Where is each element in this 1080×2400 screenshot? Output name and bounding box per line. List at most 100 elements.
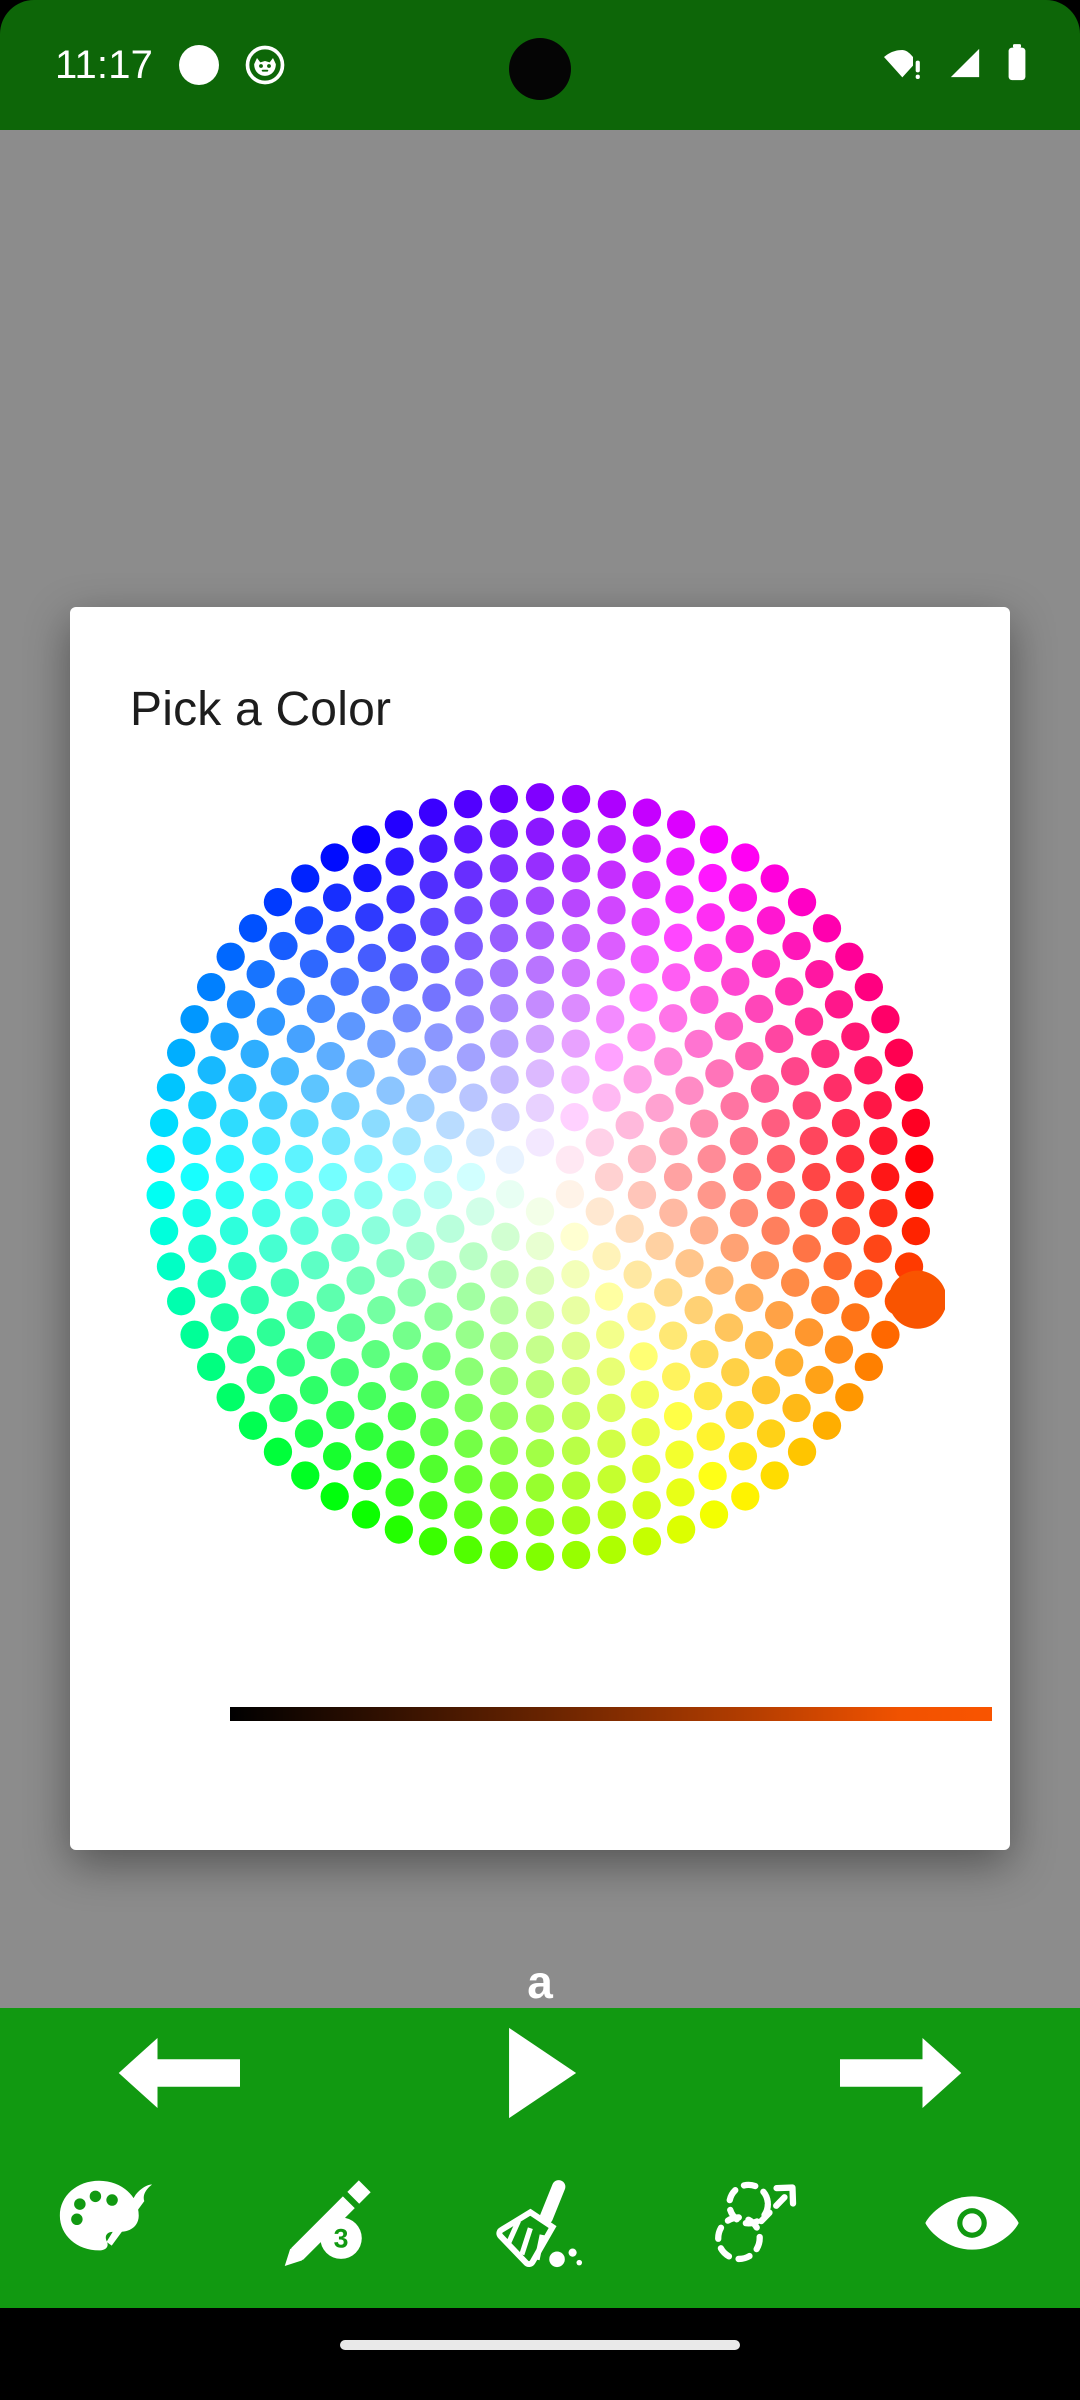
color-wheel-dot[interactable]: [761, 1216, 790, 1245]
color-wheel-dot[interactable]: [525, 1128, 555, 1157]
color-wheel-dot[interactable]: [630, 945, 659, 974]
color-wheel-dot[interactable]: [615, 1111, 644, 1140]
color-wheel-dot[interactable]: [794, 1007, 824, 1036]
color-wheel-dot[interactable]: [276, 977, 305, 1006]
color-wheel-dot[interactable]: [732, 1162, 762, 1192]
color-wheel-dot[interactable]: [805, 1365, 834, 1395]
color-wheel-dot[interactable]: [781, 1057, 810, 1086]
color-wheel-dot[interactable]: [490, 1260, 519, 1289]
color-wheel-dot[interactable]: [596, 1357, 625, 1386]
pencil-tool[interactable]: 3: [216, 2138, 432, 2308]
color-wheel-dot[interactable]: [629, 1342, 658, 1371]
color-wheel-dot[interactable]: [489, 1471, 519, 1500]
color-wheel-dot[interactable]: [361, 1339, 390, 1369]
color-wheel-dot[interactable]: [146, 1144, 175, 1174]
color-wheel-dot[interactable]: [188, 1091, 217, 1120]
color-wheel-dot[interactable]: [561, 889, 591, 918]
color-wheel-dot[interactable]: [699, 1500, 729, 1529]
color-wheel-dot[interactable]: [632, 870, 661, 900]
color-wheel-dot[interactable]: [812, 1411, 842, 1440]
color-wheel-dot[interactable]: [306, 1330, 336, 1360]
color-wheel-dot[interactable]: [561, 994, 591, 1023]
color-wheel-dot[interactable]: [489, 1540, 519, 1570]
color-wheel-dot[interactable]: [665, 1440, 694, 1469]
color-wheel-dot[interactable]: [720, 1092, 749, 1121]
color-wheel-dot[interactable]: [456, 1162, 486, 1192]
color-wheel-dot[interactable]: [631, 1418, 660, 1447]
color-wheel-dot[interactable]: [663, 1402, 693, 1431]
color-wheel-dot[interactable]: [854, 1352, 884, 1382]
color-wheel-dot[interactable]: [321, 1126, 351, 1156]
color-wheel-dot[interactable]: [263, 888, 293, 917]
color-wheel-dot[interactable]: [454, 931, 483, 961]
color-wheel-dot[interactable]: [597, 1429, 626, 1458]
color-wheel-dot[interactable]: [561, 1296, 590, 1325]
color-wheel-dot[interactable]: [316, 1042, 345, 1071]
color-wheel-dot[interactable]: [836, 1144, 865, 1174]
color-wheel-dot[interactable]: [756, 1419, 786, 1448]
color-wheel-dot[interactable]: [863, 1234, 892, 1263]
color-wheel-dot[interactable]: [561, 1366, 591, 1396]
color-wheel-dot[interactable]: [419, 870, 448, 900]
color-wheel-dot[interactable]: [428, 1260, 457, 1289]
color-wheel-dot[interactable]: [336, 1313, 366, 1342]
color-wheel-dot[interactable]: [525, 886, 555, 915]
color-wheel-dot[interactable]: [597, 789, 627, 819]
color-wheel-dot[interactable]: [831, 1216, 861, 1246]
color-wheel-dot[interactable]: [263, 1437, 293, 1466]
color-wheel-dot[interactable]: [489, 889, 519, 918]
color-wheel-dot[interactable]: [466, 1197, 495, 1226]
color-wheel-dot[interactable]: [731, 843, 760, 872]
color-wheel-dot[interactable]: [423, 1144, 453, 1174]
color-wheel-dot[interactable]: [331, 1233, 360, 1262]
color-wheel-dot[interactable]: [300, 1074, 330, 1103]
color-wheel-dot[interactable]: [731, 1482, 760, 1511]
color-wheel-dot[interactable]: [831, 1108, 861, 1138]
color-wheel-dot[interactable]: [596, 1320, 625, 1349]
color-wheel-dot[interactable]: [632, 1527, 662, 1556]
color-wheel-dot[interactable]: [585, 1197, 614, 1226]
color-wheel-dot[interactable]: [269, 1393, 298, 1423]
color-wheel-dot[interactable]: [661, 1362, 691, 1391]
color-wheel-dot[interactable]: [799, 1198, 828, 1228]
color-wheel-dot[interactable]: [561, 1471, 591, 1500]
color-wheel-dot[interactable]: [525, 1508, 555, 1537]
color-wheel-dot[interactable]: [219, 1216, 249, 1246]
color-wheel-dot[interactable]: [226, 1335, 256, 1364]
color-wheel-dot[interactable]: [249, 1162, 278, 1192]
color-wheel-dot[interactable]: [720, 1233, 749, 1262]
color-wheel-dot[interactable]: [386, 1440, 415, 1469]
color-wheel-dot[interactable]: [252, 1126, 281, 1156]
color-wheel-dot[interactable]: [167, 1038, 196, 1067]
color-wheel-dot[interactable]: [216, 1383, 245, 1412]
color-wheel-dot[interactable]: [210, 1303, 239, 1332]
color-wheel-dot[interactable]: [156, 1073, 186, 1102]
color-wheel-dot[interactable]: [631, 907, 660, 936]
color-wheel-dot[interactable]: [357, 943, 387, 973]
color-wheel-dot[interactable]: [238, 1411, 268, 1440]
color-wheel-dot[interactable]: [252, 1198, 281, 1228]
color-wheel-dot[interactable]: [385, 1478, 414, 1507]
color-wheel-dot[interactable]: [841, 1022, 870, 1051]
color-wheel-dot[interactable]: [597, 1535, 627, 1565]
color-wheel-dot[interactable]: [792, 1234, 821, 1263]
color-wheel-dot[interactable]: [180, 1005, 209, 1034]
color-wheel-dot[interactable]: [299, 949, 329, 978]
color-wheel-dot[interactable]: [697, 1180, 726, 1210]
color-wheel-dot[interactable]: [346, 1266, 375, 1295]
color-wheel-dot[interactable]: [240, 1039, 269, 1069]
color-wheel-dot[interactable]: [456, 1043, 486, 1072]
color-wheel-dot[interactable]: [615, 1214, 644, 1243]
color-wheel-dot[interactable]: [490, 1296, 519, 1325]
color-wheel-dot[interactable]: [385, 847, 414, 876]
color-wheel-dot[interactable]: [525, 1059, 555, 1088]
color-wheel-dot[interactable]: [286, 1024, 315, 1054]
color-wheel-dot[interactable]: [489, 1331, 519, 1360]
color-wheel-dot[interactable]: [760, 864, 789, 893]
color-wheel-dot[interactable]: [420, 1418, 449, 1447]
color-wheel-dot[interactable]: [286, 1300, 315, 1330]
color-wheel-dot[interactable]: [525, 1369, 555, 1399]
color-wheel-dot[interactable]: [491, 1103, 520, 1132]
color-wheel-dot[interactable]: [766, 1180, 796, 1210]
color-wheel-dot[interactable]: [597, 931, 626, 961]
